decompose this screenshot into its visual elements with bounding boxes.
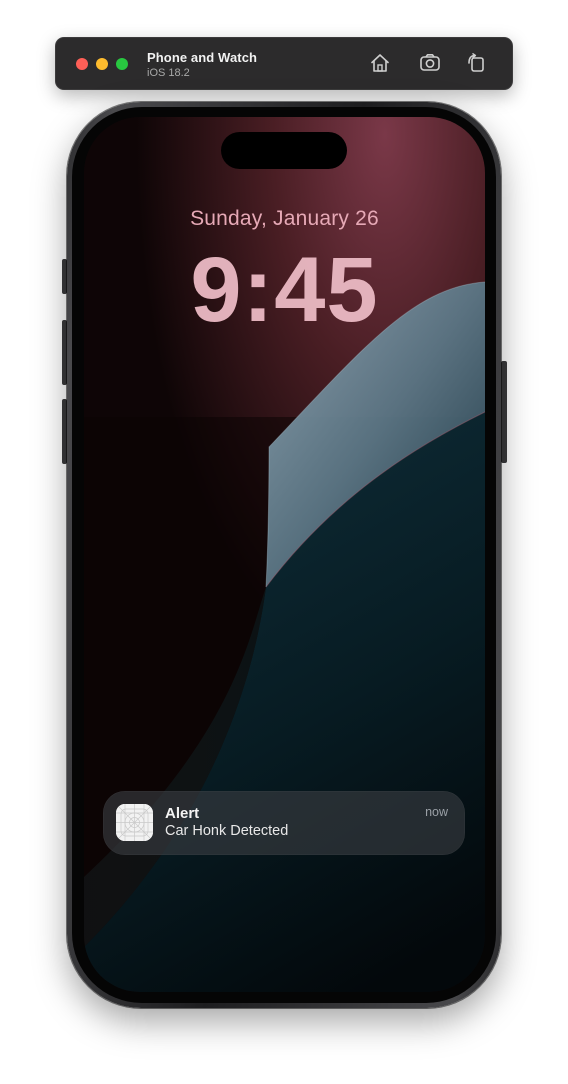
simulator-titlebar[interactable]: Phone and Watch iOS 18.2 — [55, 37, 513, 90]
house-icon — [371, 54, 389, 72]
home-button[interactable] — [368, 51, 392, 75]
lock-screen[interactable]: Sunday, January 26 9:45 Alert Car Honk D… — [84, 117, 485, 992]
zoom-window-button[interactable] — [116, 58, 128, 70]
screenshot-button[interactable] — [418, 51, 442, 75]
side-power-button[interactable] — [501, 361, 507, 463]
camera-icon — [420, 54, 440, 71]
notification-timestamp: now — [425, 805, 448, 819]
notification-banner[interactable]: Alert Car Honk Detected now — [103, 791, 465, 855]
simulator-window: Phone and Watch iOS 18.2 Sunday, January… — [0, 0, 568, 1084]
lockscreen-clock: 9:45 — [190, 239, 379, 341]
window-title: Phone and Watch — [147, 50, 258, 65]
minimize-window-button[interactable] — [96, 58, 108, 70]
window-subtitle: iOS 18.2 — [147, 67, 190, 79]
rotate-button[interactable] — [464, 51, 488, 75]
close-window-button[interactable] — [76, 58, 88, 70]
lockscreen-date: Sunday, January 26 — [190, 207, 379, 230]
dynamic-island — [221, 132, 347, 169]
rotate-icon — [468, 53, 484, 72]
notification-body: Car Honk Detected — [165, 823, 289, 839]
notification-title: Alert — [165, 805, 200, 822]
app-placeholder-icon — [116, 804, 153, 841]
